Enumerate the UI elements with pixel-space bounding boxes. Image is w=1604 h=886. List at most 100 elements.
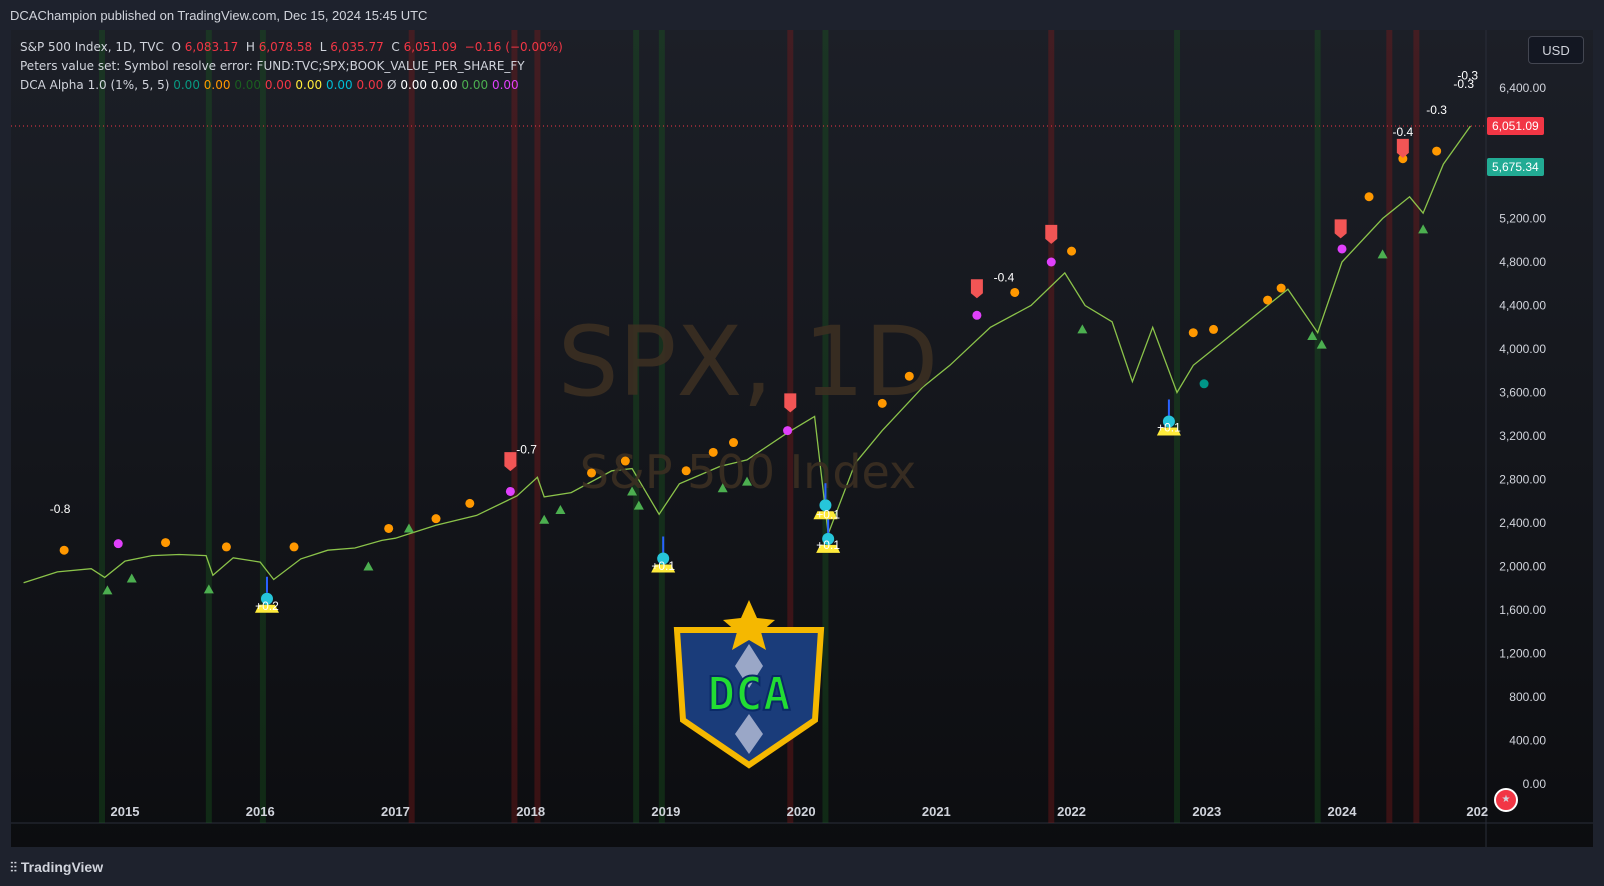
chart-pane[interactable]: 6,400.00 5,200.00 4,800.00 4,400.00 4,000.00…: [11, 30, 1593, 847]
legend-indicator-value-9: 0.00: [427, 78, 458, 92]
y-tick-label: 800.00: [1509, 690, 1546, 704]
signal-band-9: [822, 30, 829, 823]
footer-bar: ⫶⫶ TradingView: [0, 848, 1604, 886]
signal-band-6: [633, 30, 640, 823]
y-tick-label: 4,800.00: [1499, 255, 1546, 269]
signal-dot-17: [972, 310, 982, 320]
y-tick-label: 2,800.00: [1499, 473, 1546, 487]
legend-indicator-value-11: 0.00: [488, 78, 519, 92]
signal-dot-23: [1263, 295, 1273, 305]
y-tick-label: 5,200.00: [1499, 212, 1546, 226]
signal-dot-6: [431, 514, 441, 524]
signal-dot-19: [1046, 257, 1056, 267]
y-tick-label: 3,200.00: [1499, 429, 1546, 443]
signal-dot-24: [1276, 283, 1286, 293]
x-tick-label: 2017: [381, 804, 410, 819]
published-text: DCAChampion published on TradingView.com…: [10, 8, 428, 23]
annotation-label-7: +0.2: [255, 599, 279, 613]
signal-band-10: [1048, 30, 1055, 823]
legend-change: −0.16 (−0.00%): [464, 40, 563, 54]
y-tick-label: 2,000.00: [1499, 560, 1546, 574]
signal-band-3: [408, 30, 415, 823]
y-tick-label: 400.00: [1509, 734, 1546, 748]
signal-dot-8: [505, 486, 515, 496]
legend-l-label: L: [319, 40, 327, 54]
x-tick-label: 2015: [111, 804, 140, 819]
signal-dot-22: [1209, 324, 1219, 334]
signal-band-13: [1386, 30, 1393, 823]
legend-indicator-value-0: 0.00: [173, 78, 200, 92]
signal-dot-16: [904, 371, 914, 381]
signal-dot-12: [708, 447, 718, 457]
signal-dot-3: [221, 542, 231, 552]
annotation-label-3: -0.4: [1393, 125, 1414, 139]
signal-dot-13: [729, 438, 738, 448]
annotation-label-9: +0.1: [816, 538, 840, 552]
signal-band-4: [511, 30, 518, 823]
signal-band-2: [259, 30, 266, 823]
legend-indicator-value-1: 0.00: [199, 78, 231, 92]
y-tick-label: 4,000.00: [1499, 342, 1546, 356]
signal-dot-5: [384, 523, 394, 533]
legend-high: 6,078.58: [258, 40, 313, 54]
signal-dot-26: [1364, 192, 1374, 202]
legend-indicator-value-6: 0.00: [352, 78, 384, 92]
signal-dot-1: [113, 539, 123, 549]
legend-c-label: C: [391, 40, 400, 54]
legend-indicator-value-5: 0.00: [322, 78, 353, 92]
legend-o-label: O: [171, 40, 181, 54]
signal-dot-29: [1199, 379, 1209, 389]
y-tick-label: 1,600.00: [1499, 603, 1546, 617]
y-tick-label: 2,400.00: [1499, 516, 1546, 530]
signal-dot-25: [1337, 244, 1347, 254]
legend-indicator-value-10: 0.00: [457, 78, 489, 92]
signal-dot-20: [1067, 246, 1077, 256]
x-tick-label: 2018: [516, 804, 545, 819]
legend-indicator-value-4: 0.00: [291, 78, 323, 92]
x-tick-label: 202: [1466, 804, 1488, 819]
legend-indicator-row[interactable]: DCA Alpha 1.0 (1%, 5, 5) 0.00 0.00 0.00 …: [20, 76, 563, 95]
legend-indicator-value-7: Ø: [383, 78, 397, 92]
signal-dot-14: [783, 426, 793, 436]
annotation-label-2: -0.4: [994, 271, 1015, 285]
x-tick-label: 2019: [651, 804, 680, 819]
annotation-label-4: -0.3: [1426, 103, 1447, 117]
signal-band-1: [205, 30, 212, 823]
chart-legend: S&P 500 Index, 1D, TVC O 6,083.17 H 6,07…: [20, 38, 563, 95]
signal-dot-10: [620, 456, 630, 466]
annotation-label-10: +0.1: [816, 508, 840, 522]
legend-symbol-row[interactable]: S&P 500 Index, 1D, TVC O 6,083.17 H 6,07…: [20, 38, 563, 57]
legend-low: 6,035.77: [330, 40, 384, 54]
legend-symbol[interactable]: S&P 500 Index, 1D, TVC: [20, 40, 164, 54]
signal-dot-18: [1010, 287, 1020, 297]
price-chart[interactable]: 6,400.00 5,200.00 4,800.00 4,400.00 4,000.00…: [11, 30, 1593, 847]
legend-indicator-value-3: 0.00: [261, 78, 292, 92]
indicator-price-tag: 5,675.34: [1487, 157, 1544, 176]
signal-dot-15: [877, 398, 887, 408]
x-tick-label: 2020: [787, 804, 816, 819]
legend-peters-text[interactable]: Peters value set: Symbol resolve error: …: [20, 59, 525, 73]
annotation-label-0: -0.8: [50, 502, 71, 516]
signal-band-14: [1413, 30, 1420, 823]
tradingview-logo[interactable]: ⫶⫶ TradingView: [10, 848, 103, 886]
x-tick-label: 2016: [246, 804, 275, 819]
signal-dot-11: [681, 466, 691, 476]
legend-indicator-name[interactable]: DCA Alpha 1.0 (1%, 5, 5): [20, 78, 169, 92]
tv-logo-icon: ⫶⫶: [10, 859, 21, 875]
signal-band-5: [534, 30, 541, 823]
y-tick-label: 6,400.00: [1499, 81, 1546, 95]
last-price-tag: 6,051.09: [1487, 116, 1544, 135]
signal-band-12: [1314, 30, 1321, 823]
x-tick-label: 2024: [1328, 804, 1358, 819]
legend-indicator-value-8: 0.00: [396, 78, 428, 92]
y-tick-label: 0.00: [1523, 777, 1547, 791]
us-flag-icon[interactable]: ★: [1494, 788, 1518, 812]
y-tick-label: 4,400.00: [1499, 299, 1546, 313]
signal-dot-9: [587, 468, 597, 478]
legend-open: 6,083.17: [184, 40, 239, 54]
legend-peters-row[interactable]: Peters value set: Symbol resolve error: …: [20, 57, 563, 76]
currency-button[interactable]: USD: [1528, 36, 1584, 64]
footer-brand: TradingView: [20, 859, 104, 875]
legend-h-label: H: [245, 40, 255, 54]
annotation-label-8: +0.1: [651, 559, 675, 573]
